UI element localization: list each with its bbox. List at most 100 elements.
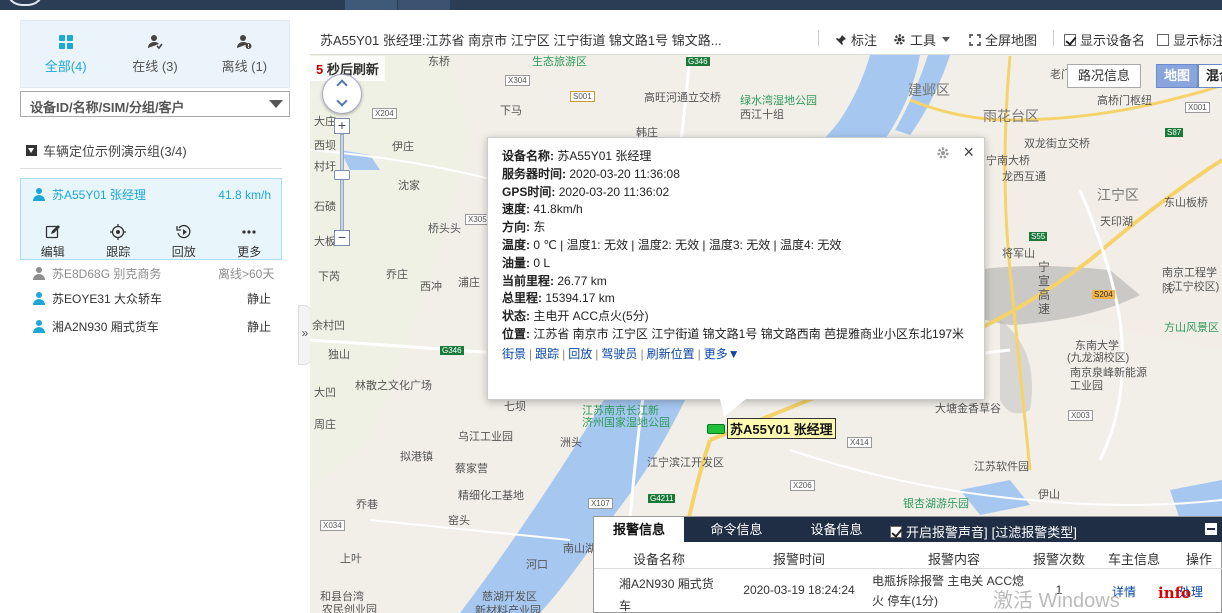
replay-label: 回放 <box>171 245 196 259</box>
checkbox-checked[interactable] <box>890 525 902 538</box>
popup-temperature-row: 温度: 0 ℃ | 温度1: 无效 | 温度2: 无效 | 温度3: 无效 | … <box>502 237 970 255</box>
more-button[interactable]: 更多 <box>217 224 283 260</box>
settings-icon[interactable] <box>936 146 950 160</box>
streetview-link[interactable]: 街景 <box>502 347 526 361</box>
alarm-panel: 报警信息 命令信息 设备信息 开启报警声音] [过滤报警类型] 设备名称 报警时… <box>593 516 1222 613</box>
app-window: { "status_tabs": [ {"label": "全部(4)", "i… <box>0 0 1222 613</box>
map-type-map[interactable]: 地图 <box>1156 64 1198 88</box>
vehicle-name: 苏E8D68G 别克商务 <box>52 267 162 281</box>
selected-vehicle-address: 苏A55Y01 张经理:江苏省 南京市 江宁区 江宁街道 锦文路1号 锦文路..… <box>320 33 722 48</box>
vehicle-group-toggle[interactable]: 车辆定位示例演示组(3/4) <box>26 141 187 160</box>
refresh-location-link[interactable]: 刷新位置 <box>647 347 695 361</box>
tab-offline[interactable]: 离线 (1) <box>200 21 289 87</box>
person-alert-icon <box>237 34 252 49</box>
status-filter-tabs: 全部(4) 在线 (3) 离线 (1) <box>20 20 290 88</box>
refresh-text: 秒后刷新 <box>323 62 379 77</box>
show-device-name-checkbox[interactable]: 显示设备名 <box>1064 30 1145 49</box>
zoom-in-button[interactable]: + <box>334 118 350 134</box>
minimize-icon[interactable] <box>1205 523 1217 535</box>
vehicle-name: 苏A55Y01 张经理 <box>52 188 147 202</box>
tab-all[interactable]: 全部(4) <box>21 21 110 87</box>
zoom-slider-track[interactable] <box>340 134 344 234</box>
vehicle-name: 湘A2N930 厢式货车 <box>52 320 159 334</box>
table-row[interactable]: 湘A2N930 厢式货车 2020-03-19 18:24:24 电瓶拆除报警 … <box>594 569 1222 613</box>
alarm-device: 湘A2N930 厢式货车 <box>619 577 714 613</box>
alarm-sound-toggle[interactable]: 开启报警声音] [过滤报警类型] <box>890 522 1077 541</box>
popup-location-row: 位置: 江苏省 南京市 江宁区 江宁街道 锦文路1号 锦文路西南 芭提雅商业小区… <box>502 326 970 344</box>
link-separator: | <box>529 346 533 361</box>
field-value: 15394.17 km <box>545 291 615 306</box>
vehicle-item-2[interactable]: 苏E8D68G 别克商务 离线>60天 <box>33 265 274 282</box>
map-pan-control[interactable] <box>322 74 362 114</box>
vehicle-item-4[interactable]: 湘A2N930 厢式货车 静止 <box>33 318 271 335</box>
traffic-button[interactable]: 路况信息 <box>1067 64 1141 88</box>
map-toolbar: 苏A55Y01 张经理:江苏省 南京市 江宁区 江宁街道 锦文路1号 锦文路..… <box>310 20 1222 55</box>
target-icon <box>110 224 127 240</box>
fullscreen-button[interactable]: 全屏地图 <box>969 30 1037 49</box>
chevron-down-icon <box>269 100 283 108</box>
close-icon[interactable]: × <box>963 143 974 162</box>
top-nav-item-2[interactable] <box>398 0 450 10</box>
field-label: 温度: <box>502 237 530 252</box>
tab-online[interactable]: 在线 (3) <box>110 21 199 87</box>
toolbar-divider <box>1053 30 1054 46</box>
more-dropdown-link[interactable]: 更多▼ <box>704 347 740 361</box>
edit-button[interactable]: 编辑 <box>20 224 86 260</box>
field-value: 0 ℃ | 温度1: 无效 | 温度2: 无效 | 温度3: 无效 | 温度4:… <box>533 237 842 252</box>
tools-button[interactable]: 工具 <box>893 30 951 49</box>
checkbox-unchecked[interactable] <box>1157 33 1169 46</box>
col-content: 报警内容 <box>927 552 980 567</box>
fullscreen-label: 全屏地图 <box>985 33 1038 48</box>
col-count: 报警次数 <box>1032 552 1085 567</box>
link-separator: | <box>595 346 599 361</box>
zoom-out-button[interactable]: − <box>334 230 350 246</box>
field-value: 0 L <box>533 255 551 270</box>
vehicle-status: 离线>60天 <box>218 267 275 281</box>
zoom-slider-thumb[interactable] <box>334 170 350 180</box>
windows-activation-watermark: 激活 Windows <box>993 590 1120 612</box>
replay-link[interactable]: 回放 <box>568 347 592 361</box>
vehicle-marker[interactable]: 苏A55Y01 张经理 <box>707 418 836 439</box>
vehicle-marker-label: 苏A55Y01 张经理 <box>727 418 836 439</box>
info-badge: info <box>1158 584 1192 602</box>
driver-icon <box>33 320 45 333</box>
track-button[interactable]: 跟踪 <box>86 224 152 260</box>
popup-device-name-row: 设备名称: 苏A55Y01 张经理 <box>502 148 970 166</box>
show-device-name-label: 显示设备名 <box>1080 33 1146 48</box>
person-check-icon <box>147 34 163 49</box>
tab-online-label: 在线 (3) <box>132 58 178 74</box>
top-nav-item-1[interactable] <box>345 0 397 10</box>
popup-pointer <box>720 399 746 417</box>
field-value: 41.8km/h <box>533 202 583 217</box>
mark-button[interactable]: 标注 <box>835 30 877 49</box>
popup-status-row: 状态: 主电开 ACC点火(5分) <box>502 308 970 326</box>
vehicle-item-3[interactable]: 苏EOYE31 大众轿车 静止 <box>33 290 271 307</box>
field-label: 状态: <box>502 309 530 324</box>
vehicle-item-1[interactable]: 苏A55Y01 张经理 41.8 km/h <box>33 186 271 203</box>
popup-speed-row: 速度: 41.8km/h <box>502 201 970 219</box>
replay-button[interactable]: 回放 <box>151 224 217 260</box>
track-link[interactable]: 跟踪 <box>535 347 559 361</box>
col-device: 设备名称 <box>632 552 685 567</box>
checkbox-checked[interactable] <box>1064 33 1076 46</box>
collapse-toggle-icon <box>26 145 37 156</box>
map-type-hybrid[interactable]: 混合 <box>1198 64 1222 88</box>
toolbar-divider <box>818 30 819 46</box>
driver-icon <box>33 188 45 201</box>
vehicle-actions: 编辑 跟踪 回放 更多 <box>20 224 282 260</box>
tab-command-info[interactable]: 命令信息 <box>689 517 784 542</box>
device-search-select[interactable]: 设备ID/名称/SIM/分组/客户 <box>20 91 290 117</box>
alarm-sound-label: 开启报警声音] <box>906 525 988 540</box>
vehicle-group-label: 车辆定位示例演示组(3/4) <box>43 144 187 159</box>
vehicle-status: 静止 <box>246 320 271 334</box>
alarm-filter-link[interactable]: [过滤报警类型] <box>992 522 1077 541</box>
show-mark-name-checkbox[interactable]: 显示标注名 <box>1157 30 1222 49</box>
tab-alarm-info[interactable]: 报警信息 <box>594 517 684 542</box>
vehicle-name: 苏EOYE31 大众轿车 <box>52 292 163 306</box>
driver-icon <box>33 267 45 280</box>
tab-device-info[interactable]: 设备信息 <box>789 517 884 542</box>
driver-link[interactable]: 驾驶员 <box>601 347 637 361</box>
popup-gps-time-row: GPS时间: 2020-03-20 11:36:02 <box>502 184 970 202</box>
vehicle-status: 41.8 km/h <box>218 187 271 202</box>
col-time: 报警时间 <box>772 552 825 567</box>
